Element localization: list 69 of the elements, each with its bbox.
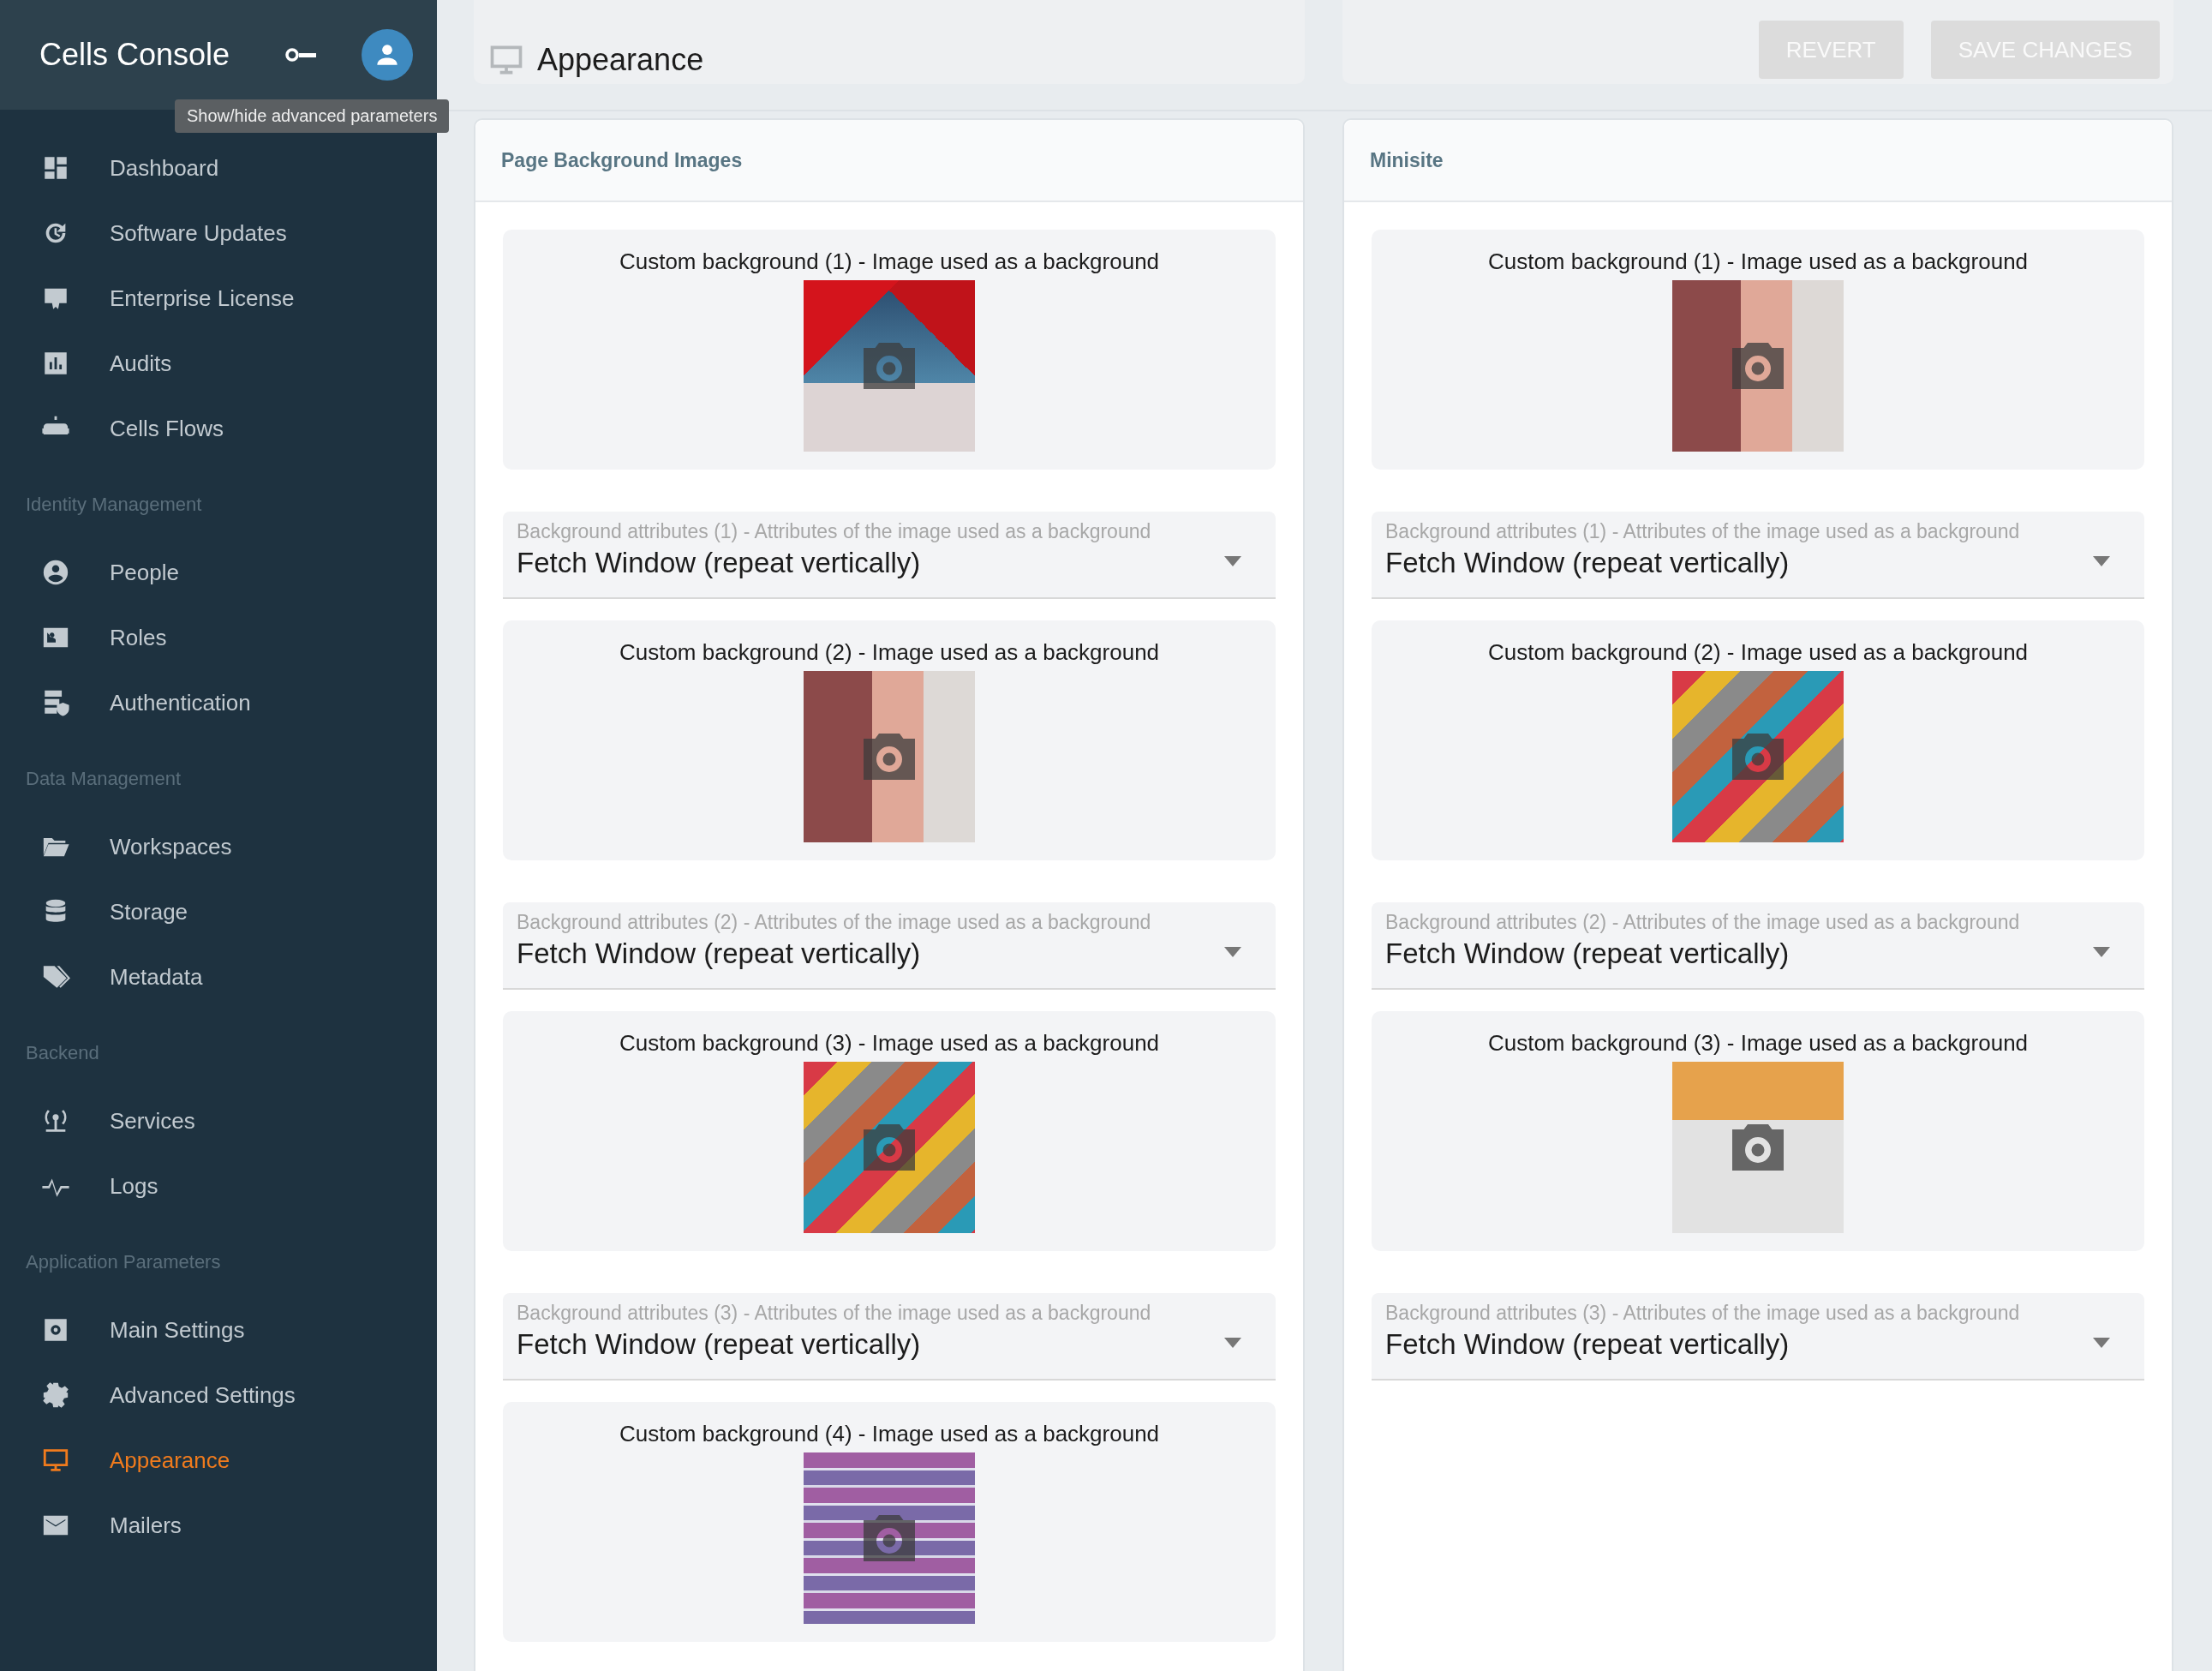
select-field[interactable]: Background attributes (2) - Attributes of the image used as a background Fetch Window (repeat vertically): [1372, 902, 2144, 990]
dropdown-caret-icon: [1224, 947, 1241, 957]
person-icon: [375, 43, 399, 67]
dropdown-caret-icon: [1224, 1338, 1241, 1348]
field-label: Custom background (1) - Image used as a background: [619, 249, 1160, 275]
dropdown-caret-icon: [2093, 947, 2110, 957]
select-value: Fetch Window (repeat vertically): [517, 1328, 921, 1361]
field-label: Background attributes (3) - Attributes of the image used as a background: [517, 1302, 1152, 1325]
sidebar-item[interactable]: Authentication: [0, 670, 437, 735]
select-value: Fetch Window (repeat vertically): [1385, 547, 1790, 579]
field-label: Custom background (2) - Image used as a background: [1487, 639, 2029, 666]
field-label: Custom background (2) - Image used as a background: [619, 639, 1160, 666]
sidebar-item[interactable]: People: [0, 540, 437, 605]
section-heading: Backend: [25, 1041, 100, 1065]
field-label: Background attributes (1) - Attributes of the image used as a background: [1385, 520, 2021, 543]
field-label: Custom background (4) - Image used as a background: [619, 1421, 1160, 1447]
sidebar-item[interactable]: Metadata: [0, 944, 437, 1009]
photo-placeholder[interactable]: [804, 1062, 975, 1233]
field-label: Background attributes (1) - Attributes of the image used as a background: [517, 520, 1152, 543]
person-icon: [41, 558, 70, 587]
section-heading: Application Parameters: [25, 1250, 222, 1274]
app-title: Cells Console: [39, 37, 231, 73]
panel-title: Minisite: [1370, 148, 1444, 172]
user-avatar-button[interactable]: [362, 29, 413, 81]
select-value: Fetch Window (repeat vertically): [517, 547, 921, 579]
section-heading: Identity Management: [25, 493, 203, 517]
dropdown-caret-icon: [2093, 1338, 2110, 1348]
field-label: Custom background (3) - Image used as a background: [1487, 1030, 2029, 1057]
field-label: Custom background (3) - Image used as a background: [619, 1030, 1160, 1057]
field-label: Background attributes (2) - Attributes of the image used as a background: [517, 911, 1152, 934]
field-label: Background attributes (3) - Attributes of the image used as a background: [1385, 1302, 2021, 1325]
sidebar-item[interactable]: Logs: [0, 1153, 437, 1219]
gear-icon: [41, 1381, 70, 1410]
field-label: Custom background (1) - Image used as a background: [1487, 249, 2029, 275]
dropdown-caret-icon: [2093, 556, 2110, 566]
page-title: Appearance: [537, 42, 704, 78]
select-value: Fetch Window (repeat vertically): [1385, 1328, 1790, 1361]
sidebar-item[interactable]: Advanced Settings: [0, 1363, 437, 1428]
sidebar-item[interactable]: Mailers: [0, 1493, 437, 1558]
sidebar-item[interactable]: Roles: [0, 605, 437, 670]
sidebar-item[interactable]: Main Settings: [0, 1297, 437, 1363]
sidebar-item[interactable]: Cells Flows: [0, 396, 437, 461]
select-field[interactable]: Background attributes (1) - Attributes of the image used as a background Fetch Window (repeat vertically): [503, 512, 1276, 599]
sidebar-item[interactable]: Dashboard: [0, 135, 437, 201]
section-heading: Data Management: [25, 767, 182, 791]
sidebar-item[interactable]: Services: [0, 1088, 437, 1153]
photo-placeholder[interactable]: [1672, 671, 1844, 842]
select-value: Fetch Window (repeat vertically): [517, 937, 921, 970]
key-icon[interactable]: [284, 46, 319, 63]
select-field[interactable]: Background attributes (1) - Attributes of the image used as a background Fetch Window (repeat vertically): [1372, 512, 2144, 599]
photo-placeholder[interactable]: [1672, 280, 1844, 452]
photo-placeholder[interactable]: [804, 1452, 975, 1624]
panel-title: Page Background Images: [501, 148, 743, 172]
select-value: Fetch Window (repeat vertically): [1385, 937, 1790, 970]
select-field[interactable]: Background attributes (3) - Attributes of the image used as a background Fetch Window (repeat vertically): [1372, 1293, 2144, 1381]
sidebar-item[interactable]: Audits: [0, 331, 437, 396]
select-field[interactable]: Background attributes (2) - Attributes of the image used as a background Fetch Window (repeat vertically): [503, 902, 1276, 990]
select-field[interactable]: Background attributes (3) - Attributes of the image used as a background Fetch Window (repeat vertically): [503, 1293, 1276, 1381]
sidebar-item[interactable]: Appearance: [0, 1428, 437, 1493]
field-label: Background attributes (2) - Attributes of the image used as a background: [1385, 911, 2021, 934]
photo-placeholder[interactable]: [804, 671, 975, 842]
sidebar-item[interactable]: Software Updates: [0, 201, 437, 266]
photo-placeholder[interactable]: [1672, 1062, 1844, 1233]
photo-placeholder[interactable]: [804, 280, 975, 452]
sidebar-item[interactable]: Workspaces: [0, 814, 437, 879]
dropdown-caret-icon: [1224, 556, 1241, 566]
tooltip: Show/hide advanced parameters: [175, 99, 450, 133]
sidebar-item[interactable]: Storage: [0, 879, 437, 944]
sidebar-item[interactable]: Enterprise License: [0, 266, 437, 331]
